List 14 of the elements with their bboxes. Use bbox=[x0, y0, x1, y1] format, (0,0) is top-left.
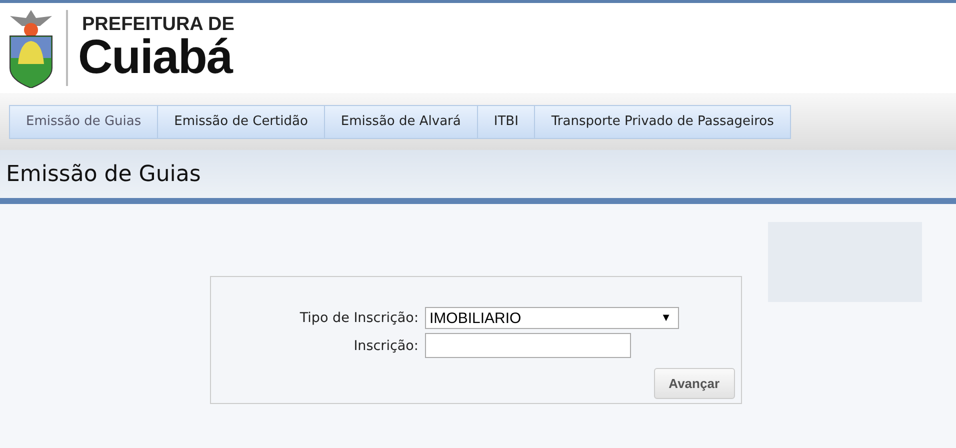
nav-tab[interactable]: Emissão de Guias bbox=[9, 104, 158, 138]
nav-tab[interactable]: Emissão de Certidão bbox=[157, 104, 325, 138]
nav-tab[interactable]: Transporte Privado de Passageiros bbox=[534, 104, 791, 138]
type-select[interactable]: IMOBILIARIO ▼ bbox=[424, 307, 678, 329]
field-label: Tipo de Inscrição: bbox=[298, 310, 418, 326]
input-field[interactable] bbox=[424, 333, 630, 358]
logo-text: Cuiabá bbox=[78, 34, 234, 82]
nav-tab[interactable]: ITBI bbox=[476, 104, 536, 138]
nav-tab[interactable]: Emissão de Alvará bbox=[324, 104, 478, 138]
page-title: Emissão de Guias bbox=[6, 162, 201, 186]
logo-text: PREFEITURA DE bbox=[82, 14, 234, 34]
submit-button[interactable]: Avançar bbox=[654, 368, 734, 399]
caret-icon: ▼ bbox=[660, 312, 672, 324]
field-label: Inscrição: bbox=[352, 338, 418, 354]
